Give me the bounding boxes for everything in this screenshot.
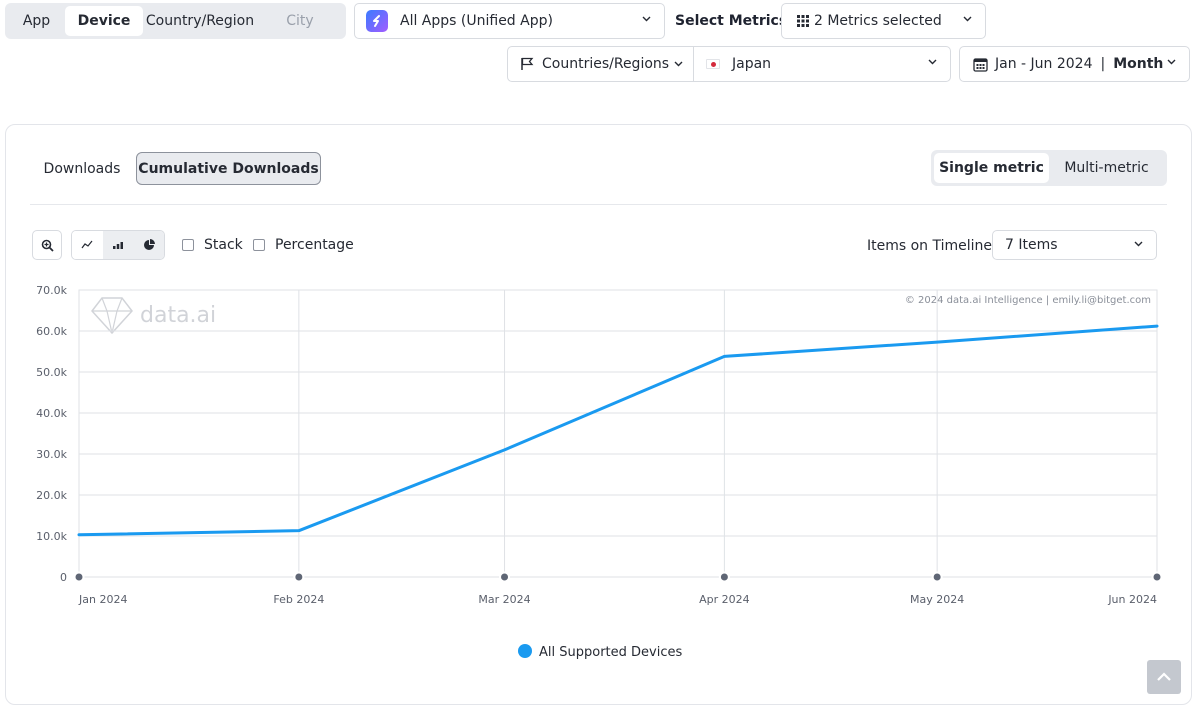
y-tick-label: 30.0k bbox=[36, 448, 67, 461]
x-tick-label: Jan 2024 bbox=[78, 593, 127, 606]
y-tick-label: 0 bbox=[60, 571, 67, 584]
line-chart: 0 10.0k 20.0k 30.0k 40.0k 50.0k 60.0k 70.0k Jan… bbox=[36, 284, 1163, 660]
date-range-separator: | bbox=[1100, 56, 1106, 72]
x-tick-label: Mar 2024 bbox=[478, 593, 530, 606]
y-tick-label: 20.0k bbox=[36, 489, 67, 502]
chevron-up-icon bbox=[1156, 672, 1172, 682]
y-axis: 0 10.0k 20.0k 30.0k 40.0k 50.0k 60.0k 70.0k bbox=[36, 284, 67, 584]
country-value: Japan bbox=[732, 56, 772, 72]
x-tick-label: May 2024 bbox=[910, 593, 964, 606]
x-tick-marker bbox=[1151, 571, 1163, 583]
chevron-down-icon bbox=[928, 59, 937, 67]
y-tick-label: 60.0k bbox=[36, 325, 67, 338]
chevron-down-icon bbox=[642, 16, 651, 24]
granularity-value: Month bbox=[1113, 56, 1164, 72]
calendar-icon bbox=[973, 57, 988, 72]
legend-label[interactable]: All Supported Devices bbox=[539, 645, 682, 660]
tab-app[interactable]: App bbox=[8, 6, 65, 36]
tab-city[interactable]: City bbox=[257, 6, 343, 36]
tab-device[interactable]: Device bbox=[65, 6, 143, 36]
chevron-down-icon bbox=[963, 16, 972, 24]
date-range-value: Jan - Jun 2024 bbox=[995, 56, 1093, 72]
country-select[interactable]: Japan bbox=[694, 47, 950, 81]
x-axis: Jan 2024 Feb 2024 Mar 2024 Apr 2024 May 2024… bbox=[73, 571, 1163, 606]
region-filter: Countries/Regions Japan bbox=[507, 46, 951, 82]
plot-area bbox=[78, 289, 1158, 578]
app-select-value: All Apps (Unified App) bbox=[400, 13, 553, 29]
chart-card: Downloads Cumulative Downloads Single me… bbox=[5, 124, 1192, 705]
region-type-select[interactable]: Countries/Regions bbox=[508, 47, 694, 81]
chart-legend: All Supported Devices bbox=[518, 644, 682, 660]
y-tick-label: 40.0k bbox=[36, 407, 67, 420]
x-tick-marker bbox=[718, 571, 730, 583]
x-tick-marker bbox=[931, 571, 943, 583]
dimension-tabs: App Device Country/Region City bbox=[5, 3, 346, 39]
x-tick-marker bbox=[293, 571, 305, 583]
x-tick-label: Feb 2024 bbox=[273, 593, 324, 606]
x-tick-marker bbox=[73, 571, 85, 583]
region-type-label: Countries/Regions bbox=[542, 56, 670, 72]
x-tick-label: Jun 2024 bbox=[1107, 593, 1157, 606]
grid-icon bbox=[796, 14, 810, 28]
chevron-down-icon bbox=[1167, 59, 1176, 67]
app-select[interactable]: All Apps (Unified App) bbox=[354, 3, 665, 39]
x-tick-label: Apr 2024 bbox=[699, 593, 750, 606]
y-tick-label: 10.0k bbox=[36, 530, 67, 543]
select-metrics-label: Select Metrics: bbox=[675, 13, 793, 29]
metrics-select-value: 2 Metrics selected bbox=[814, 13, 942, 29]
y-tick-label: 70.0k bbox=[36, 284, 67, 297]
x-tick-marker bbox=[499, 571, 511, 583]
japan-flag-icon bbox=[706, 59, 720, 69]
flag-icon bbox=[520, 57, 534, 71]
scroll-to-top-button[interactable] bbox=[1147, 660, 1181, 694]
series-line[interactable] bbox=[77, 324, 1159, 537]
chart-grid bbox=[78, 289, 1158, 578]
copyright-text: © 2024 data.ai Intelligence | emily.li@b… bbox=[905, 295, 1151, 306]
tab-country-region[interactable]: Country/Region bbox=[143, 6, 257, 36]
metrics-select[interactable]: 2 Metrics selected bbox=[781, 3, 986, 39]
y-tick-label: 50.0k bbox=[36, 366, 67, 379]
chevron-down-icon bbox=[674, 61, 683, 67]
chart-series bbox=[77, 324, 1159, 537]
legend-marker[interactable] bbox=[518, 644, 532, 658]
unified-app-logo bbox=[366, 10, 388, 32]
date-range-select[interactable]: Jan - Jun 2024 | Month bbox=[959, 46, 1190, 82]
